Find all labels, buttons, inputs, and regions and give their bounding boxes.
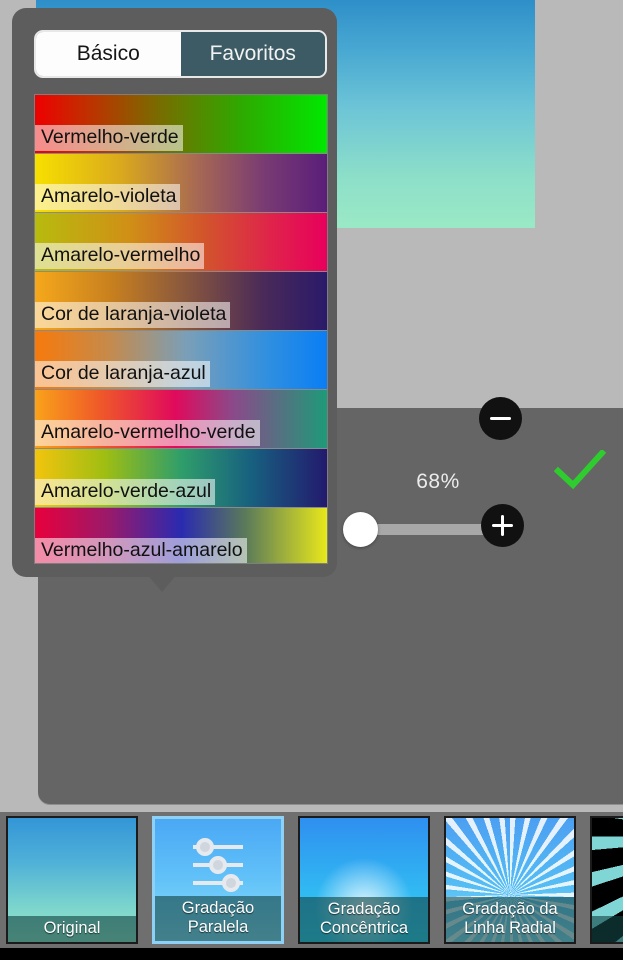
sliders-icon [193,838,243,893]
slider-track[interactable] [363,524,499,535]
preset-label: Amarelo-verde-azul [35,479,216,505]
filter-thumbnail[interactable]: Original [6,816,138,944]
preset-item[interactable]: Amarelo-violeta [35,154,327,213]
thumbnail-caption: Gradação Concêntrica [300,897,428,942]
increase-button[interactable] [481,504,524,547]
app-root: 68% Gradação [0,0,623,960]
preset-item[interactable]: Amarelo-vermelho-verde [35,390,327,449]
thumbnail-caption: Original [8,916,136,942]
thumbnail-caption: Gradação da Linha Radial [446,897,574,942]
preset-label: Vermelho-verde [35,125,183,151]
preset-label: Cor de laranja-violeta [35,302,231,328]
preset-item[interactable]: Amarelo-vermelho [35,213,327,272]
preset-tabs: Básico Favoritos [34,30,327,78]
preset-item[interactable]: Cor de laranja-violeta [35,272,327,331]
filter-thumbnail[interactable]: Li [590,816,623,944]
preset-label: Amarelo-violeta [35,184,181,210]
preset-label: Amarelo-vermelho [35,243,205,269]
opacity-value: 68% [416,470,460,493]
preset-label: Vermelho-azul-amarelo [35,538,247,563]
preset-item[interactable]: Vermelho-verde [35,95,327,154]
thumbnail-caption: Li [592,916,623,942]
preset-list[interactable]: Vermelho-verde Amarelo-violeta Amarelo-ver… [34,94,328,564]
filter-thumbnail-strip[interactable]: Original Gradação Paralela Gradação Concêntr… [0,812,623,948]
gradient-preset-popup: Básico Favoritos Vermelho-verde Amarelo-v… [12,8,337,577]
preset-item[interactable]: Amarelo-verde-azul [35,449,327,508]
tab-favoritos[interactable]: Favoritos [180,32,325,76]
tab-basico[interactable]: Básico [36,32,181,76]
filter-thumbnail[interactable]: Gradação Paralela [152,816,284,944]
preset-label: Amarelo-vermelho-verde [35,420,260,446]
decrease-button[interactable] [479,397,522,440]
opacity-slider[interactable] [335,512,499,547]
filter-thumbnail[interactable]: Gradação Concêntrica [298,816,430,944]
thumbnail-caption: Gradação Paralela [155,896,281,941]
popup-pointer [140,566,184,592]
preset-item[interactable]: Cor de laranja-azul [35,331,327,390]
slider-thumb[interactable] [343,512,378,547]
filter-thumbnail[interactable]: Gradação da Linha Radial [444,816,576,944]
confirm-check-icon[interactable] [554,450,606,490]
minus-icon [490,417,511,420]
preset-label: Cor de laranja-azul [35,361,210,387]
bottom-system-bar [0,948,623,960]
preset-item[interactable]: Vermelho-azul-amarelo [35,508,327,563]
